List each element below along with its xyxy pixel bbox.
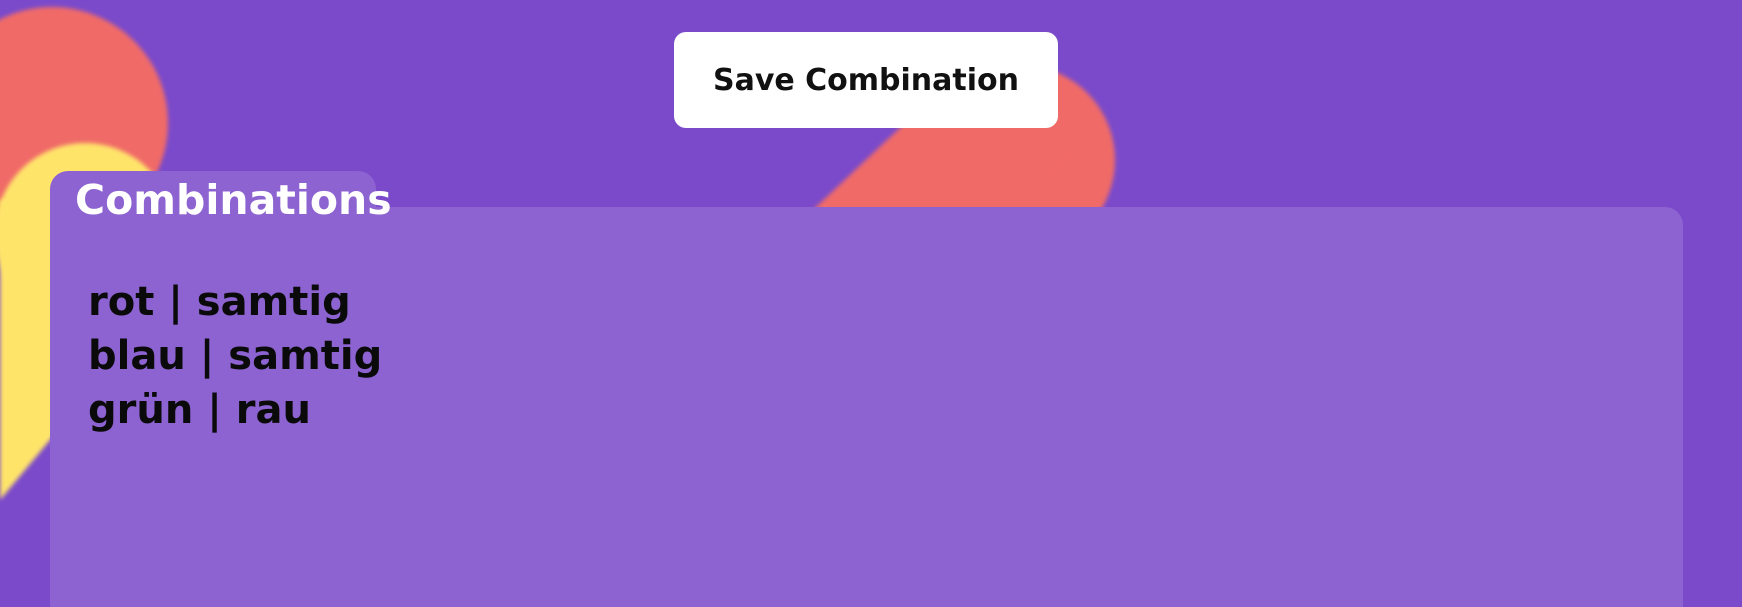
save-combination-button[interactable]: Save Combination [674, 32, 1058, 128]
combination-item: rot | samtig [88, 279, 351, 325]
panel-title: Combinations [75, 176, 392, 224]
combinations-list: rot | samtig blau | samtig grün | rau [88, 275, 382, 437]
combination-item: blau | samtig [88, 333, 383, 379]
combination-item: grün | rau [88, 387, 311, 433]
